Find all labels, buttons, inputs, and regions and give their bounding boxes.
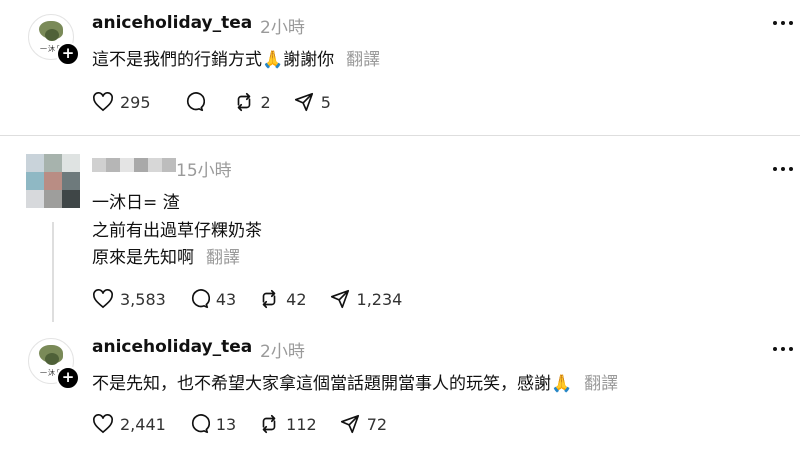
post-text-line: 原來是先知啊	[92, 248, 194, 268]
share-count: 5	[320, 92, 331, 112]
repost-count: 2	[260, 92, 271, 112]
post-text-line: 之前有出過草仔粿奶茶	[92, 221, 262, 241]
heart-icon	[93, 92, 113, 112]
share-icon	[294, 92, 313, 112]
comment-count: 43	[215, 289, 237, 309]
repost-button[interactable]: 2	[233, 91, 271, 113]
action-bar: 3,583 43 42 1,234	[92, 288, 424, 310]
more-icon[interactable]	[772, 156, 794, 177]
repost-icon	[237, 92, 250, 112]
post-text-line: 一沐日= 渣	[92, 193, 180, 213]
blurred-avatar	[26, 154, 80, 208]
comment-button[interactable]	[183, 91, 211, 113]
comment-icon	[191, 414, 210, 434]
heart-icon	[93, 289, 113, 309]
comment-icon	[186, 92, 205, 112]
timestamp: 2小時	[260, 342, 305, 362]
post-text: 不是先知，也不希望大家拿這個當話題開當事人的玩笑，感謝🙏 翻譯	[92, 369, 618, 394]
share-button[interactable]: 72	[339, 413, 387, 435]
avatar[interactable]	[26, 154, 80, 208]
timestamp: 15小時	[176, 161, 232, 181]
avatar[interactable]: 一沐日 +	[28, 338, 80, 390]
share-count: 1,234	[356, 289, 403, 309]
like-button[interactable]: 2,441	[92, 414, 166, 434]
repost-icon	[262, 289, 276, 309]
follow-plus-icon[interactable]: +	[56, 42, 80, 66]
post-text-line: 這不是我們的行銷方式🙏謝謝你	[92, 50, 335, 70]
post-text: 原來是先知啊 翻譯	[92, 243, 240, 268]
action-bar: 2,441 13 112 72	[92, 413, 409, 435]
repost-count: 42	[286, 289, 307, 309]
share-button[interactable]: 5	[293, 91, 331, 113]
username[interactable]: aniceholiday_tea	[92, 337, 252, 357]
more-icon[interactable]	[772, 10, 794, 31]
translate-link[interactable]: 翻譯	[584, 374, 618, 394]
avatar[interactable]: 一沐日 +	[28, 14, 80, 66]
comment-button[interactable]: 43	[188, 288, 236, 310]
comment-button[interactable]: 13	[188, 413, 236, 435]
action-bar: 295 2 5	[92, 91, 353, 113]
blurred-username[interactable]	[92, 158, 176, 172]
timestamp: 2小時	[260, 18, 305, 38]
translate-link[interactable]: 翻譯	[206, 248, 240, 268]
follow-plus-icon[interactable]: +	[56, 366, 80, 390]
comment-count: 13	[215, 414, 237, 434]
post-1: 一沐日 + aniceholiday_tea 2小時 這不是我們的行銷方式🙏謝謝…	[0, 0, 800, 135]
repost-count: 112	[286, 414, 317, 434]
post-2: 15小時 一沐日= 渣 之前有出過草仔粿奶茶 原來是先知啊 翻譯 3,583 43…	[0, 136, 800, 326]
post-3: 一沐日 + aniceholiday_tea 2小時 不是先知，也不希望大家拿這…	[0, 326, 800, 453]
like-count: 2,441	[120, 414, 166, 434]
repost-button[interactable]: 112	[258, 413, 317, 435]
thread-line	[52, 222, 54, 322]
post-text-line: 不是先知，也不希望大家拿這個當話題開當事人的玩笑，感謝🙏	[92, 374, 573, 394]
more-icon[interactable]	[772, 336, 794, 357]
translate-link[interactable]: 翻譯	[346, 50, 380, 70]
like-count: 295	[120, 92, 151, 112]
share-icon	[330, 289, 349, 309]
heart-icon	[93, 414, 113, 434]
share-icon	[340, 414, 359, 434]
username[interactable]: aniceholiday_tea	[92, 13, 252, 33]
comment-icon	[191, 289, 210, 309]
repost-button[interactable]: 42	[258, 288, 307, 310]
repost-icon	[262, 414, 276, 434]
post-text: 這不是我們的行銷方式🙏謝謝你 翻譯	[92, 45, 380, 70]
like-button[interactable]: 3,583	[92, 289, 166, 309]
share-button[interactable]: 1,234	[329, 288, 403, 310]
like-count: 3,583	[120, 289, 166, 309]
like-button[interactable]: 295	[92, 92, 151, 112]
share-count: 72	[366, 414, 388, 434]
